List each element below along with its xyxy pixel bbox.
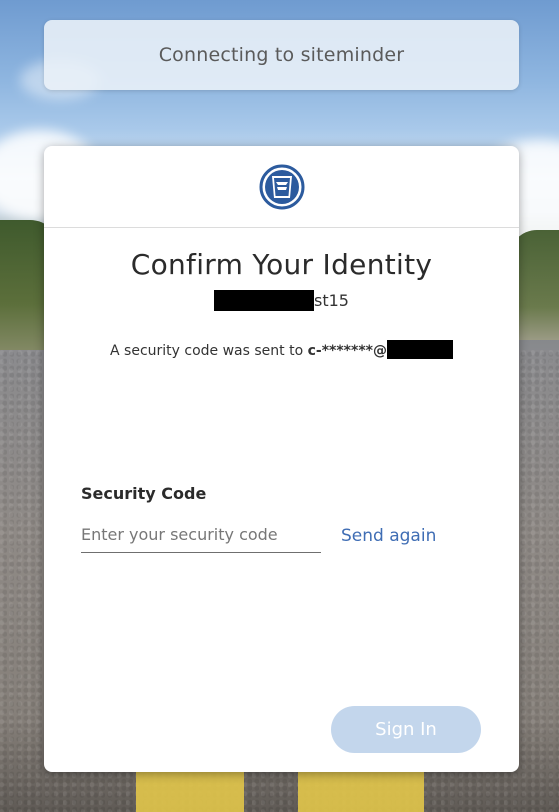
security-code-input[interactable] (81, 516, 321, 553)
masked-email: c-*******@ (307, 343, 387, 359)
send-again-link[interactable]: Send again (341, 526, 436, 546)
login-card: Confirm Your Identity st15 A security co… (44, 146, 519, 772)
redacted-username (214, 290, 315, 311)
connecting-banner: Connecting to siteminder (44, 20, 519, 90)
sign-in-button[interactable]: Sign In (331, 706, 481, 753)
card-header (44, 146, 519, 228)
username-row: st15 (44, 290, 519, 311)
code-sent-text: A security code was sent to (110, 343, 308, 359)
security-code-label: Security Code (81, 484, 207, 503)
keystone-seal-icon (259, 164, 304, 209)
username-suffix: st15 (314, 291, 349, 310)
code-sent-message: A security code was sent to c-*******@ (44, 340, 519, 359)
redacted-email-domain (386, 340, 453, 359)
connecting-text: Connecting to siteminder (158, 44, 405, 66)
page-title: Confirm Your Identity (130, 248, 433, 281)
